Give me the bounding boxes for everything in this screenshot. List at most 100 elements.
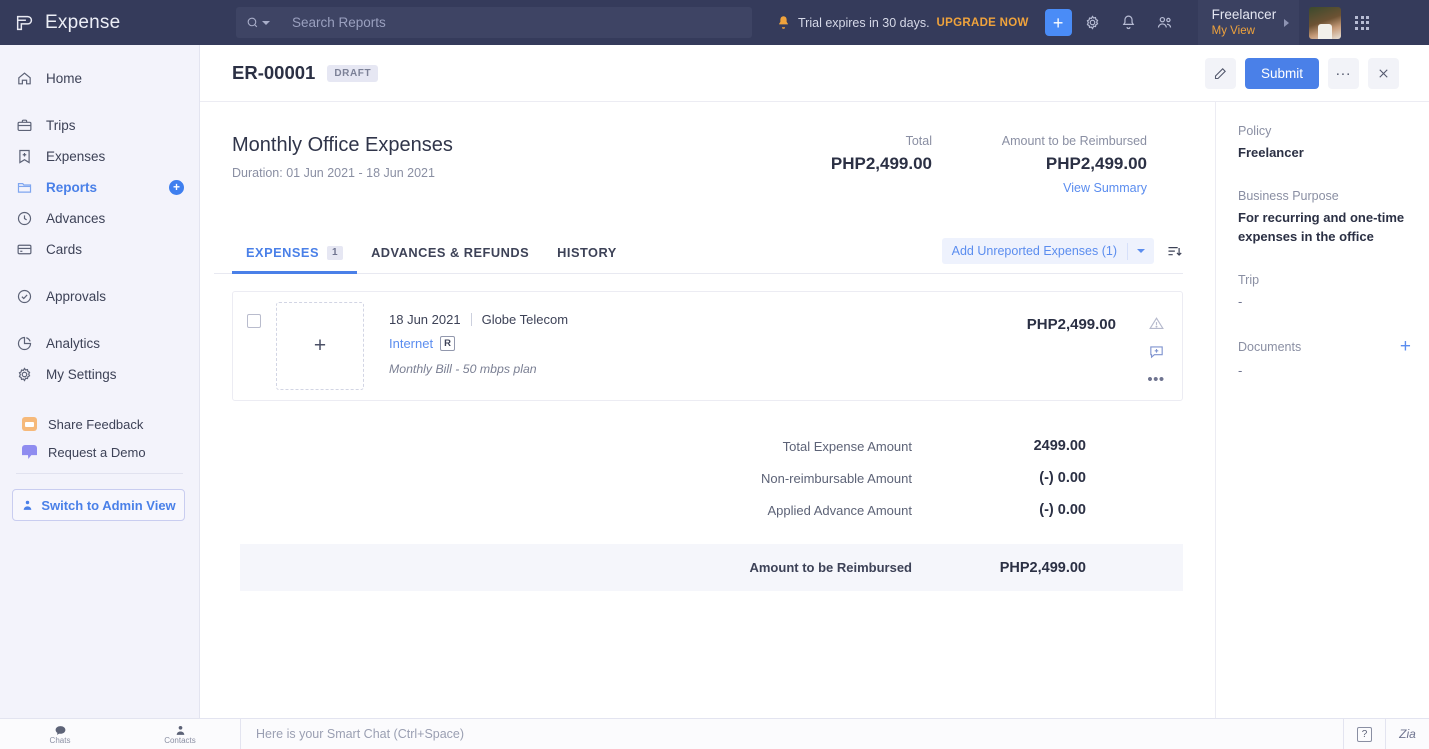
app-grid-button[interactable]	[1345, 0, 1379, 45]
contacts-button[interactable]: Contacts	[120, 719, 240, 749]
check-circle-icon	[16, 288, 33, 305]
add-unreported-dropdown[interactable]	[1128, 249, 1154, 253]
users-icon[interactable]	[1150, 8, 1180, 38]
close-button[interactable]	[1368, 57, 1399, 89]
sidebar-label-approvals: Approvals	[46, 289, 107, 304]
add-unreported-expenses-button[interactable]: Add Unreported Expenses (1)	[941, 238, 1154, 264]
status-badge: DRAFT	[327, 64, 379, 82]
top-navigation-bar: Expense Trial expires in 30 days. UPGRAD…	[0, 0, 1429, 45]
add-document-button[interactable]: +	[1400, 337, 1411, 356]
edit-button[interactable]	[1204, 57, 1236, 89]
search-input[interactable]	[278, 15, 742, 30]
tab-advances-refunds[interactable]: ADVANCES & REFUNDS	[357, 245, 543, 273]
documents-block: Documents + -	[1238, 337, 1411, 381]
expense-amount: PHP2,499.00	[1026, 316, 1116, 333]
report-header-bar: ER-00001 DRAFT Submit ...	[200, 45, 1429, 102]
tab-actions: Add Unreported Expenses (1)	[941, 238, 1183, 273]
tab-expenses-label: EXPENSES	[246, 245, 319, 260]
total-label: Total	[905, 134, 932, 148]
sidebar-label-trips: Trips	[46, 118, 76, 133]
main-content: ER-00001 DRAFT Submit ... Monthly Office…	[200, 45, 1429, 718]
sidebar-item-approvals[interactable]: Approvals	[0, 281, 199, 312]
notifications-bell-icon[interactable]	[1114, 8, 1144, 38]
demo-icon	[22, 445, 37, 459]
feedback-icon	[22, 417, 37, 431]
share-feedback-item[interactable]: Share Feedback	[0, 410, 199, 438]
page-title: Monthly Office Expenses	[232, 134, 453, 156]
switch-to-admin-view-button[interactable]: Switch to Admin View	[12, 489, 185, 521]
close-icon	[1379, 68, 1388, 78]
zia-icon: Zia	[1399, 727, 1416, 741]
help-button[interactable]: ?	[1343, 718, 1385, 749]
folder-icon	[16, 179, 33, 196]
contacts-label: Contacts	[164, 735, 196, 745]
view-summary-link[interactable]: View Summary	[932, 181, 1147, 195]
sidebar-item-advances[interactable]: Advances	[0, 203, 199, 234]
tab-advances-label: ADVANCES & REFUNDS	[371, 245, 530, 260]
sidebar-label-advances: Advances	[46, 211, 106, 226]
sort-button[interactable]	[1166, 243, 1183, 260]
zia-button[interactable]: Zia	[1385, 718, 1429, 749]
brand-logo-area[interactable]: Expense	[0, 0, 200, 45]
share-feedback-label: Share Feedback	[48, 416, 144, 432]
expense-app: Expense Trial expires in 30 days. UPGRAD…	[0, 0, 1429, 749]
organization-switcher[interactable]: Freelancer My View	[1197, 0, 1300, 45]
expense-row-icons: •••	[1147, 314, 1165, 388]
expense-row[interactable]: + 18 Jun 2021 Globe Telecom Internet R M…	[232, 291, 1183, 401]
reimburse-label: Amount to be Reimbursed	[1001, 134, 1147, 148]
report-id: ER-00001	[232, 62, 316, 83]
search-scope-selector[interactable]	[246, 16, 270, 29]
sidebar-item-home[interactable]: Home	[0, 63, 199, 94]
grand-total-value: PHP2,499.00	[999, 559, 1086, 576]
tab-history[interactable]: HISTORY	[543, 245, 631, 273]
business-purpose-label: Business Purpose	[1238, 188, 1339, 203]
report-title-block: Monthly Office Expenses Duration: 01 Jun…	[232, 134, 762, 195]
sidebar-item-analytics[interactable]: Analytics	[0, 328, 199, 359]
request-demo-label: Request a Demo	[48, 444, 146, 460]
warning-icon[interactable]	[1147, 314, 1165, 332]
expense-date: 18 Jun 2021	[389, 311, 461, 327]
chats-label: Chats	[49, 735, 71, 745]
expense-category-link[interactable]: Internet	[389, 336, 433, 351]
search-bar[interactable]	[236, 7, 752, 38]
policy-block: Policy Freelancer	[1238, 124, 1411, 163]
add-unreported-label: Add Unreported Expenses (1)	[951, 244, 1117, 258]
submit-button[interactable]: Submit	[1244, 57, 1319, 89]
tab-expenses[interactable]: EXPENSES 1	[232, 245, 358, 274]
reimburse-value: PHP2,499.00	[1045, 154, 1147, 173]
sidebar-label-analytics: Analytics	[46, 336, 101, 351]
smart-chat-input[interactable]: Here is your Smart Chat (Ctrl+Space)	[241, 727, 1343, 741]
bottom-status-bar: Chats Contacts Here is your Smart Chat (…	[0, 718, 1429, 749]
sidebar-item-expenses[interactable]: Expenses	[0, 141, 199, 172]
alert-bell-icon	[776, 15, 791, 30]
switch-admin-label: Switch to Admin View	[41, 497, 176, 513]
more-options-button[interactable]: ...	[1328, 57, 1359, 89]
documents-header: Documents +	[1238, 337, 1411, 356]
avatar[interactable]	[1309, 6, 1342, 39]
header-actions: Submit ...	[1204, 57, 1399, 89]
quick-add-button[interactable]: +	[1044, 9, 1072, 36]
expense-merchant: Globe Telecom	[481, 311, 569, 327]
chats-button[interactable]: Chats	[0, 719, 120, 749]
sidebar-item-my-settings[interactable]: My Settings	[0, 359, 199, 390]
brand-name: Expense	[45, 11, 121, 33]
expense-select-checkbox[interactable]	[247, 314, 261, 328]
request-demo-item[interactable]: Request a Demo	[0, 438, 199, 466]
add-comment-icon[interactable]	[1147, 342, 1165, 360]
total-expense-amount-value: 2499.00	[1033, 438, 1086, 454]
home-icon	[16, 70, 33, 87]
settings-gear-icon[interactable]	[1078, 8, 1108, 38]
expense-more-options[interactable]: •••	[1147, 370, 1165, 388]
sidebar-item-trips[interactable]: Trips	[0, 110, 199, 141]
sidebar-label-my-settings: My Settings	[46, 367, 117, 382]
chevron-down-icon	[1137, 249, 1145, 253]
chevron-right-icon	[1284, 18, 1290, 27]
upgrade-now-link[interactable]: UPGRADE NOW	[937, 17, 1029, 29]
pencil-icon	[1214, 67, 1226, 79]
sidebar-item-reports[interactable]: Reports +	[0, 172, 199, 203]
sidebar-item-cards[interactable]: Cards	[0, 234, 199, 265]
add-report-button[interactable]: +	[169, 180, 184, 195]
applied-advance-value: (-) 0.00	[1039, 502, 1086, 518]
total-row: Total Expense Amount 2499.00	[240, 430, 1183, 462]
receipt-upload-box[interactable]: +	[276, 302, 364, 390]
